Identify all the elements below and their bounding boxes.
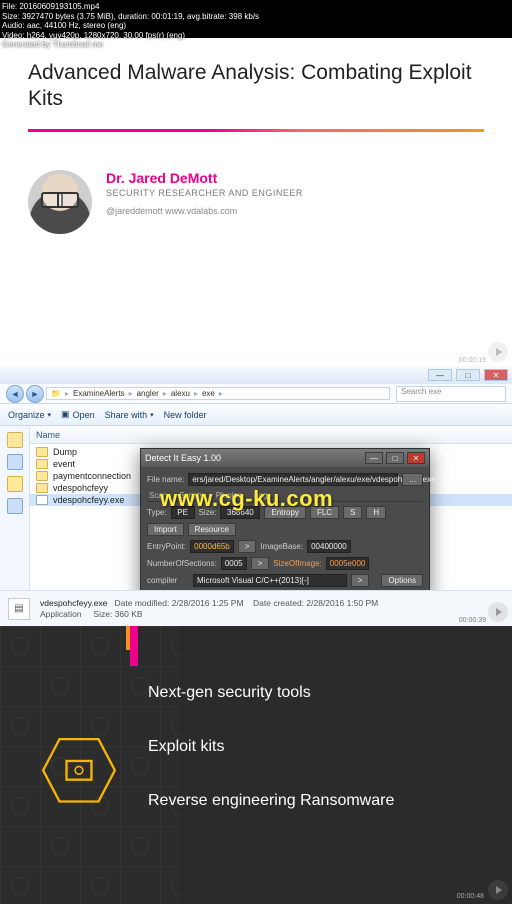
author-name: Dr. Jared DeMott bbox=[106, 170, 303, 186]
new-folder-button[interactable]: New folder bbox=[164, 410, 207, 420]
play-icon[interactable] bbox=[488, 880, 508, 900]
file-icon bbox=[36, 495, 48, 505]
author-info: Dr. Jared DeMott SECURITY RESEARCHER AND… bbox=[106, 170, 303, 216]
bullet-list: Next-gen security tools Exploit kits Rev… bbox=[148, 666, 496, 828]
address-bar-row: ◄ ► 📁 ▸ ExamineAlerts▸ angler▸ alexu▸ ex… bbox=[0, 384, 512, 404]
die-title-text: Detect It Easy 1.00 bbox=[145, 453, 221, 463]
network-icon[interactable] bbox=[7, 498, 23, 514]
author-handles: @jareddemott www.vdalabs.com bbox=[106, 206, 303, 216]
folder-icon bbox=[36, 471, 48, 481]
crumb-3[interactable]: exe bbox=[202, 389, 215, 398]
sections-value[interactable]: 0005 bbox=[221, 557, 247, 570]
folder-icon bbox=[36, 459, 48, 469]
video-metadata: File: 20160609193105.mp4 Size: 3927470 b… bbox=[0, 0, 261, 52]
search-input[interactable]: Search exe bbox=[396, 386, 506, 402]
options-button[interactable]: Options bbox=[381, 574, 423, 587]
back-button[interactable]: ◄ bbox=[6, 385, 24, 403]
author-block: Dr. Jared DeMott SECURITY RESEARCHER AND… bbox=[0, 132, 512, 234]
status-filename: vdespohcfeyy.exe bbox=[40, 598, 107, 608]
status-bar: ▤ vdespohcfeyy.exe Date modified: 2/28/2… bbox=[0, 590, 512, 626]
timecode-1: 00:00:19 bbox=[459, 357, 486, 364]
meta-size: Size: 3927470 bytes (3.75 MiB), duration… bbox=[2, 12, 259, 22]
bullet-item: Reverse engineering Ransomware bbox=[148, 774, 496, 828]
filename-field[interactable]: ers/jared/Desktop/ExamineAlerts/angler/a… bbox=[188, 473, 398, 486]
share-button[interactable]: Share with▾ bbox=[105, 410, 154, 420]
die-titlebar[interactable]: Detect It Easy 1.00 — □ ✕ bbox=[141, 449, 429, 467]
file-type-icon: ▤ bbox=[8, 598, 30, 620]
computer-icon[interactable] bbox=[7, 476, 23, 492]
organize-button[interactable]: Organize▾ bbox=[8, 410, 51, 420]
h-button[interactable]: H bbox=[366, 506, 386, 519]
imagebase-value[interactable]: 00400000 bbox=[307, 540, 351, 553]
bullet-item: Next-gen security tools bbox=[148, 666, 496, 720]
author-avatar bbox=[28, 170, 92, 234]
maximize-button[interactable]: □ bbox=[456, 369, 480, 381]
bullets-slide: Next-gen security tools Exploit kits Rev… bbox=[0, 626, 512, 904]
crumb-2[interactable]: alexu bbox=[171, 389, 190, 398]
status-created: 2/28/2016 1:50 PM bbox=[306, 598, 378, 608]
open-button[interactable]: ▣Open bbox=[61, 409, 95, 420]
timecode-3: 00:00:48 bbox=[457, 893, 484, 900]
die-minimize[interactable]: — bbox=[365, 452, 383, 464]
favorites-icon[interactable] bbox=[7, 432, 23, 448]
meta-generator: Generated by Thumbnail me bbox=[2, 40, 259, 50]
bullet-item: Exploit kits bbox=[148, 720, 496, 774]
explorer-window: — □ ✕ ◄ ► 📁 ▸ ExamineAlerts▸ angler▸ ale… bbox=[0, 366, 512, 626]
watermark-text: www.cg-ku.com bbox=[160, 486, 333, 512]
play-icon[interactable] bbox=[488, 602, 508, 622]
folder-icon bbox=[36, 447, 48, 457]
filename-label: File name: bbox=[147, 475, 184, 484]
minimize-button[interactable]: — bbox=[428, 369, 452, 381]
close-button[interactable]: ✕ bbox=[484, 369, 508, 381]
folder-icon bbox=[36, 483, 48, 493]
status-size: 360 KB bbox=[115, 609, 143, 619]
title-slide: Advanced Malware Analysis: Combating Exp… bbox=[0, 38, 512, 366]
meta-audio: Audio: aac, 44100 Hz, stereo (eng) bbox=[2, 21, 259, 31]
resource-button[interactable]: Resource bbox=[188, 523, 236, 536]
accent-bar-pink bbox=[130, 626, 138, 666]
hex-icon bbox=[40, 736, 118, 804]
folder-icon: 📁 bbox=[51, 389, 61, 398]
breadcrumb[interactable]: 📁 ▸ ExamineAlerts▸ angler▸ alexu▸ exe▸ bbox=[46, 387, 390, 400]
die-maximize[interactable]: □ bbox=[386, 452, 404, 464]
status-modified: 2/28/2016 1:25 PM bbox=[172, 598, 244, 608]
libraries-icon[interactable] bbox=[7, 454, 23, 470]
browse-button[interactable]: ... bbox=[402, 473, 423, 486]
play-icon[interactable] bbox=[488, 342, 508, 362]
command-bar: Organize▾ ▣Open Share with▾ New folder bbox=[0, 404, 512, 426]
entry-go[interactable]: > bbox=[238, 540, 257, 553]
status-apptype: Application bbox=[40, 609, 82, 619]
column-header-name[interactable]: Name bbox=[30, 426, 512, 444]
window-chrome: — □ ✕ bbox=[0, 366, 512, 384]
author-role: SECURITY RESEARCHER AND ENGINEER bbox=[106, 188, 303, 198]
die-close[interactable]: ✕ bbox=[407, 452, 425, 464]
crumb-0[interactable]: ExamineAlerts bbox=[73, 389, 125, 398]
s-button[interactable]: S bbox=[343, 506, 362, 519]
meta-file: File: 20160609193105.mp4 bbox=[2, 2, 259, 12]
meta-video: Video: h264, yuv420p, 1280x720, 30.00 fp… bbox=[2, 31, 259, 41]
timecode-2: 00:00:39 bbox=[459, 617, 486, 624]
sections-go[interactable]: > bbox=[251, 557, 270, 570]
compiler-go[interactable]: > bbox=[351, 574, 370, 587]
crumb-1[interactable]: angler bbox=[137, 389, 159, 398]
forward-button[interactable]: ► bbox=[26, 385, 44, 403]
import-button[interactable]: Import bbox=[147, 523, 184, 536]
compiler-value: Microsoft Visual C/C++(2013)[-] bbox=[193, 574, 347, 587]
sizeofimage-value[interactable]: 0005e000 bbox=[326, 557, 370, 570]
entrypoint-value[interactable]: 0000d65b bbox=[190, 540, 234, 553]
